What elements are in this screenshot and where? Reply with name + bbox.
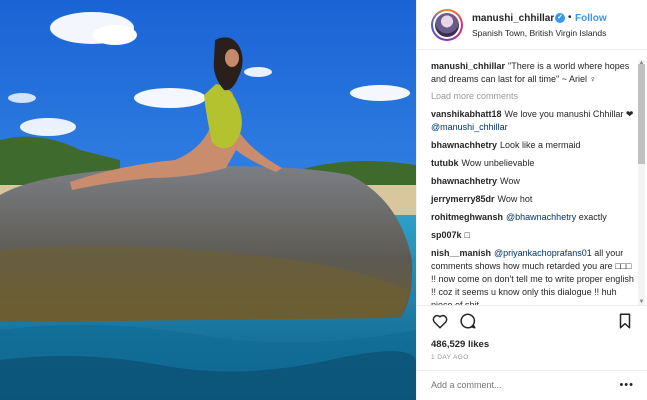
comment-username[interactable]: nish__manish: [431, 248, 491, 258]
comment-username[interactable]: jerrymerry85dr: [431, 194, 495, 204]
location-link[interactable]: Spanish Town, British Virgin Islands: [472, 28, 606, 38]
comment-text: exactly: [578, 212, 607, 222]
comment-username[interactable]: tutubk: [431, 158, 459, 168]
add-comment-input[interactable]: [431, 380, 611, 390]
comment-username[interactable]: vanshikabhatt18: [431, 109, 502, 119]
separator-dot: •: [568, 12, 572, 23]
comment-item: jerrymerry85dr Wow hot: [431, 193, 634, 206]
caption-username[interactable]: manushi_chhillar: [431, 61, 505, 71]
comment-text: Wow hot: [497, 194, 533, 204]
likes-count[interactable]: 486,529 likes: [431, 339, 489, 350]
comment-username[interactable]: bhawnachhetry: [431, 140, 497, 150]
username-link[interactable]: manushi_chhillar: [472, 13, 554, 24]
comment-item: bhawnachhetry Look like a mermaid: [431, 139, 634, 152]
comment-item: bhawnachhetry Wow: [431, 175, 634, 188]
load-more-comments-button[interactable]: Load more comments: [431, 91, 634, 101]
comments-scrollbar[interactable]: ▲ ▼: [638, 60, 645, 305]
add-comment-bar: •••: [417, 370, 647, 400]
comment-text: Wow unbelievable: [461, 158, 535, 168]
comment-item: sp007k □: [431, 229, 634, 242]
comment-mention[interactable]: @priyankachoprafans01: [494, 248, 592, 258]
post-sidebar: manushi_chhillar ✓ • Follow Spanish Town…: [416, 0, 647, 400]
avatar-image: [435, 13, 459, 37]
comment-mention[interactable]: @bhawnachhetry: [506, 212, 576, 222]
bookmark-icon[interactable]: [616, 312, 636, 332]
comment-mention[interactable]: @manushi_chhillar: [431, 122, 508, 132]
comment-username[interactable]: sp007k: [431, 230, 462, 240]
comment-item: vanshikabhatt18 We love you manushi Chhil…: [431, 108, 634, 134]
post-caption: manushi_chhillar "There is a world where …: [431, 60, 634, 86]
post-header: manushi_chhillar ✓ • Follow Spanish Town…: [417, 0, 647, 50]
more-options-icon[interactable]: •••: [619, 379, 634, 391]
comment-item: rohitmeghwansh @bhawnachhetry exactly: [431, 211, 634, 224]
heart-icon[interactable]: [431, 312, 451, 332]
scroll-thumb[interactable]: [638, 64, 645, 164]
post-actions: 486,529 likes 1 DAY AGO •••: [417, 305, 647, 400]
avatar-ring: [433, 11, 461, 39]
comment-username[interactable]: rohitmeghwansh: [431, 212, 503, 222]
comment-text: We love you manushi Chhillar ❤: [504, 109, 634, 119]
post-photo[interactable]: [0, 0, 416, 400]
comments-list[interactable]: manushi_chhillar "There is a world where …: [417, 50, 647, 305]
post-timestamp[interactable]: 1 DAY AGO: [431, 354, 469, 361]
comment-username[interactable]: bhawnachhetry: [431, 176, 497, 186]
photo-illustration: [0, 0, 416, 400]
follow-button[interactable]: Follow: [575, 13, 607, 24]
comment-item: tutubk Wow unbelievable: [431, 157, 634, 170]
comment-item: nish__manish @priyankachoprafans01 all yo…: [431, 247, 634, 305]
verified-badge-icon: ✓: [555, 13, 565, 23]
comment-text: Wow: [500, 176, 520, 186]
avatar[interactable]: [431, 9, 463, 41]
comment-text: Look like a mermaid: [500, 140, 581, 150]
comment-bubble-icon[interactable]: [459, 312, 479, 332]
comment-text: □: [464, 230, 470, 240]
